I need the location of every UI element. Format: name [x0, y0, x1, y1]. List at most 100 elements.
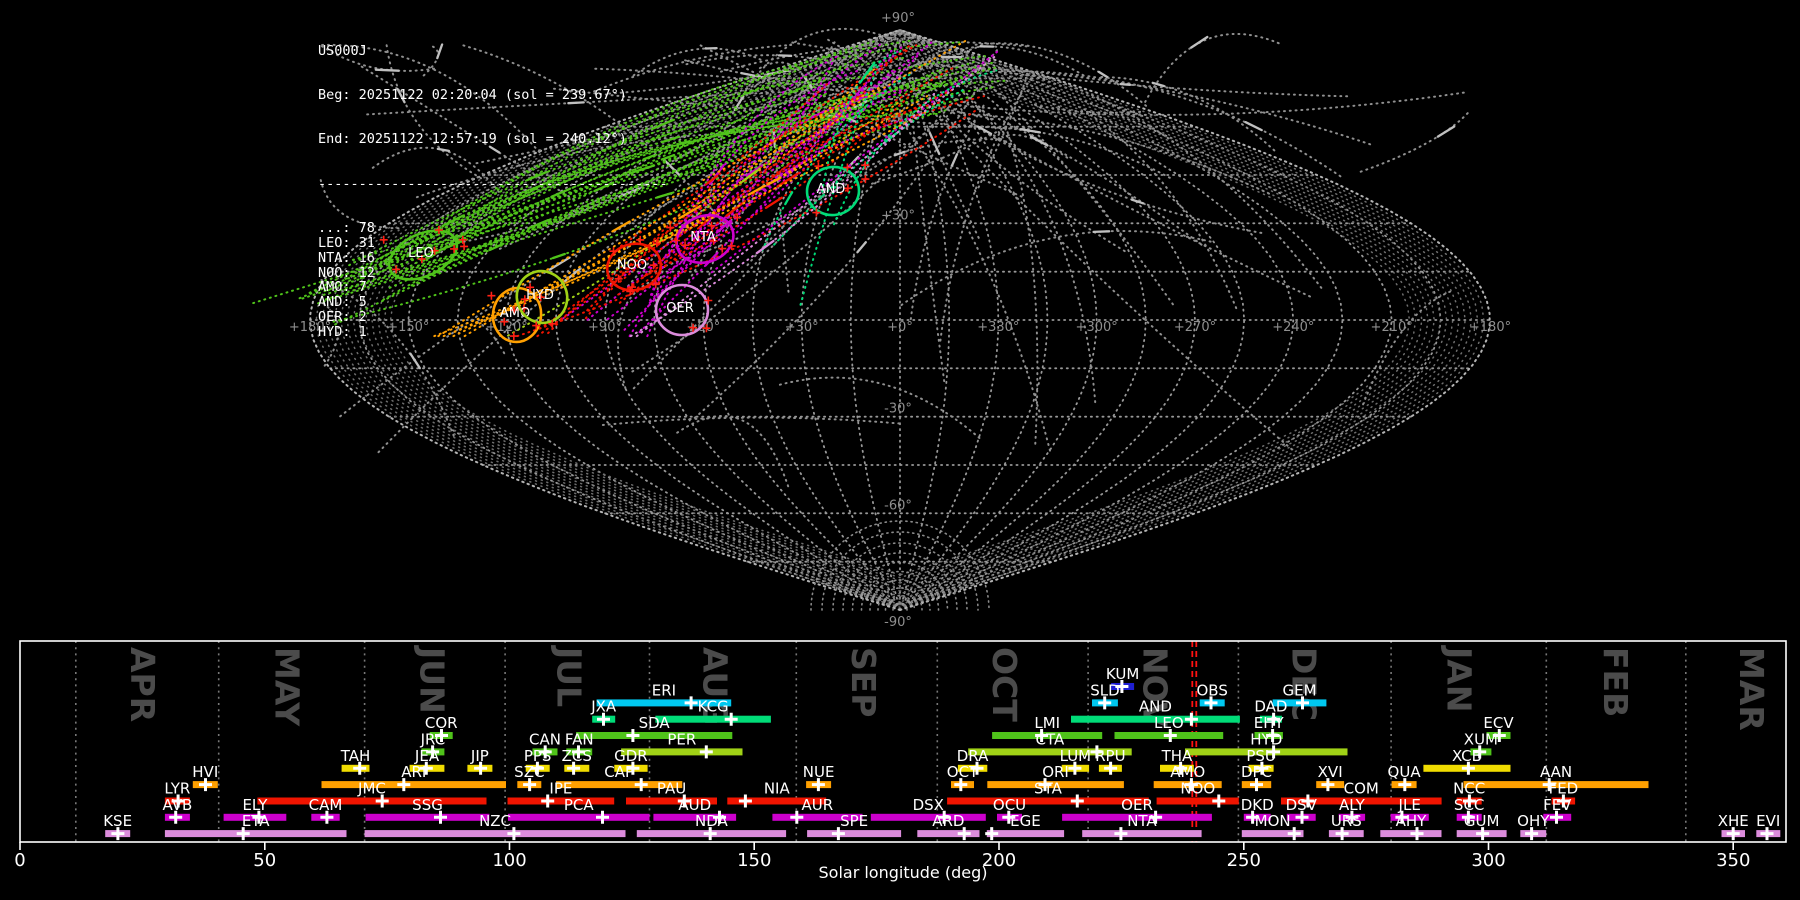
month-label-JUN: JUN — [413, 645, 452, 714]
observation-beg: Beg: 20251122 02:20:04 (sol = 239.67°) — [318, 86, 627, 103]
shower-count-OER: OER: 2 — [318, 308, 367, 325]
sky-label-lon: +240° — [1272, 320, 1314, 335]
x-tick-label-300: 300 — [1471, 850, 1505, 871]
x-tick-label-150: 150 — [737, 850, 771, 871]
activity-bar-DSX — [870, 813, 986, 821]
activity-bar-NZC — [364, 830, 626, 838]
activity-bar-ETA — [164, 830, 347, 838]
activity-bar-label-OCT: OCT — [947, 763, 979, 781]
activity-bar-label-CTA: CTA — [1036, 730, 1065, 748]
month-label-FEB: FEB — [1596, 647, 1635, 717]
month-label-MAR: MAR — [1732, 647, 1771, 731]
shower-count-sporadic: ...: 78 — [318, 220, 375, 237]
sky-label-lat-p90: +90° — [881, 11, 915, 26]
month-label-APR: APR — [123, 647, 162, 722]
month-label-SEP: SEP — [844, 647, 883, 718]
shower-label-AND: AND — [817, 182, 846, 197]
activity-bar-label-MON: MON — [1255, 812, 1291, 830]
activity-bar-label-DKD: DKD — [1241, 796, 1274, 814]
activity-bar-PCA — [508, 813, 650, 821]
month-label-OCT: OCT — [985, 647, 1024, 722]
activity-bar-label-PER: PER — [667, 730, 696, 748]
activity-bar-label-EGE: EGE — [1010, 812, 1041, 830]
plot-canvas: +90°-90°+60°+30°-30°-60°+180° +150° +120° +… — [14, 11, 1787, 882]
activity-bar-label-URS: URS — [1331, 812, 1362, 830]
shower-count-list: ...: 78 LEO: 31 NTA: 16 NOO: 12 AMO: 7 AND: 5… — [318, 221, 668, 339]
month-label-JUL: JUL — [550, 645, 589, 707]
sky-label-lon: +210° — [1371, 320, 1413, 335]
activity-bar-label-EHY: EHY — [1254, 714, 1285, 732]
activity-bar-label-OER: OER — [1121, 796, 1153, 814]
activity-bar-EGE — [986, 830, 1065, 838]
sky-label-lon: +180° — [1469, 320, 1511, 335]
activity-bar-label-DSX: DSX — [913, 796, 944, 814]
shower-count-AND: AND: 5 — [318, 294, 367, 311]
meteor-radiant-screen: +90° -90° +60° +30° -30° -60° +180° +150° +120° +… — [0, 0, 1800, 900]
activity-bar-IPE — [507, 797, 615, 805]
activity-bar-label-ARD: ARD — [932, 812, 964, 830]
activity-bar-label-AHY: AHY — [1396, 812, 1428, 830]
activity-timeline: APR MAY JUN JUL AUG SEP OCT NOV DEC JAN FEB MARKUME… — [14, 640, 1787, 871]
shower-label-OER: OER — [666, 301, 693, 316]
activity-bar-SSG — [365, 813, 490, 821]
activity-bar-label-DRA: DRA — [957, 747, 989, 765]
shower-count-HYD: HYD: 1 — [318, 323, 367, 340]
sky-label-lon: +30° — [785, 320, 819, 335]
activity-bar-label-SSG: SSG — [412, 796, 443, 814]
activity-bar-label-NOO: NOO — [1180, 779, 1215, 797]
activity-bar-label-NDA: NDA — [695, 812, 729, 830]
activity-bar-label-KCG: KCG — [698, 698, 729, 716]
sky-label-lon: +300° — [1076, 320, 1118, 335]
x-tick-label-350: 350 — [1716, 850, 1750, 871]
activity-bar-label-AND: AND — [1139, 698, 1172, 716]
sky-label-lat: -30° — [884, 402, 912, 417]
activity-bar-label-GEM: GEM — [1283, 681, 1317, 699]
station-id: US000J — [318, 42, 367, 59]
station-info-legend: US000J Beg: 20251122 02:20:04 (sol = 239… — [318, 14, 668, 369]
activity-bar-label-OHY: OHY — [1517, 812, 1550, 830]
sky-label-lat: -60° — [884, 498, 912, 513]
activity-bar-label-NIA: NIA — [764, 779, 791, 797]
month-label-JAN: JAN — [1440, 645, 1479, 712]
activity-bar-label-NZC: NZC — [479, 812, 511, 830]
activity-bar-label-PAU: PAU — [657, 779, 686, 797]
x-tick-label-250: 250 — [1227, 850, 1261, 871]
shower-count-LEO: LEO: 31 — [318, 234, 375, 251]
activity-bar-label-STA: STA — [1034, 779, 1063, 797]
activity-bar-label-TAH: TAH — [340, 747, 371, 765]
x-axis-title: Solar longitude (deg) — [819, 863, 988, 882]
month-label-MAY: MAY — [268, 647, 307, 727]
activity-bar-SPE — [807, 830, 902, 838]
shower-count-AMO: AMO: 7 — [318, 279, 367, 296]
x-tick-label-50: 50 — [253, 850, 276, 871]
sky-label-lon: +270° — [1174, 320, 1216, 335]
activity-bar-label-AAN: AAN — [1540, 763, 1572, 781]
sky-label-lat-m90: -90° — [884, 615, 912, 630]
activity-bar-label-GDR: GDR — [614, 747, 648, 765]
activity-bar-JMC — [257, 797, 487, 805]
activity-bar-label-CAP: CAP — [604, 763, 634, 781]
activity-bar-NTA — [1082, 830, 1202, 838]
activity-bar-label-AMO: AMO — [1170, 763, 1205, 781]
activity-bar-ARI — [321, 781, 506, 789]
observation-end: End: 20251122 12:57:19 (sol = 240.12°) — [318, 131, 627, 148]
activity-bar-label-SDA: SDA — [639, 714, 671, 732]
activity-bar-label-COM: COM — [1344, 779, 1379, 797]
activity-bar-NOO — [1156, 797, 1239, 805]
activity-bar-STA — [947, 797, 1149, 805]
x-tick-label-100: 100 — [492, 850, 526, 871]
activity-bar-label-HYD: HYD — [1250, 730, 1282, 748]
activity-bar-label-PCA: PCA — [564, 796, 595, 814]
activity-bar-KCG — [655, 715, 771, 723]
activity-bar-label-NTA: NTA — [1127, 812, 1157, 830]
activity-bar-label-AUR: AUR — [802, 796, 834, 814]
activity-bar-label-ERI: ERI — [652, 681, 676, 699]
sky-label-lon: +0° — [887, 320, 913, 335]
activity-bar-label-XVI: XVI — [1318, 763, 1343, 781]
x-tick-label-0: 0 — [14, 850, 25, 871]
legend-separator: ----------------------------------------… — [318, 175, 668, 192]
activity-bar-label-ZCS: ZCS — [562, 747, 592, 765]
activity-bar-label-IPE: IPE — [549, 779, 572, 797]
activity-bar-label-DAD: DAD — [1254, 698, 1287, 716]
shower-count-NTA: NTA: 16 — [318, 249, 375, 266]
